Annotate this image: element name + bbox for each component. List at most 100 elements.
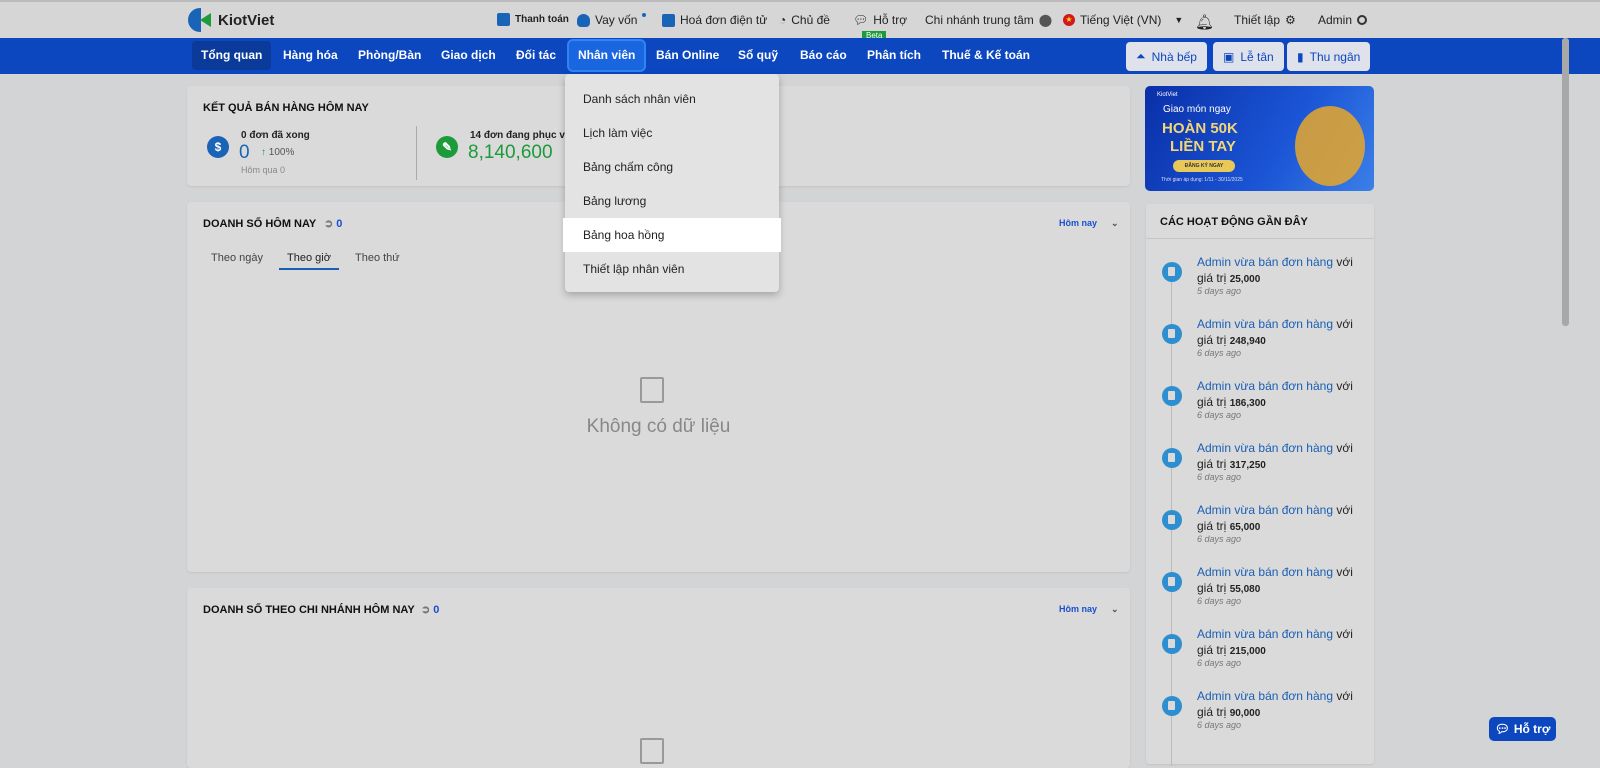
banner-brand: KiotViet — [1157, 92, 1178, 98]
help-button[interactable]: 💬︎ Hỗ trợ — [1489, 717, 1556, 741]
nav-ban-online[interactable]: Bán Online — [647, 41, 728, 70]
banner-cta[interactable]: ĐĂNG KÝ NGAY — [1173, 160, 1235, 172]
activity-time: 6 days ago — [1197, 720, 1242, 730]
banner-line3: LIỀN TAY — [1170, 138, 1236, 155]
activity-value: 90,000 — [1229, 708, 1261, 719]
value-label: giá trị — [1197, 705, 1227, 719]
activity-link[interactable]: Admin vừa bán đơn hàng — [1197, 565, 1333, 579]
file-icon: ▮ — [1297, 49, 1304, 64]
menu-bang-hoa-hong[interactable]: Bảng hoa hồng — [563, 218, 781, 252]
activity-link[interactable]: Admin vừa bán đơn hàng — [1197, 255, 1333, 269]
nha-bep-button[interactable]: ⏶ Nhà bếp — [1126, 42, 1207, 71]
le-tan-button[interactable]: ▣ Lễ tân — [1213, 42, 1284, 71]
nav-phan-tich[interactable]: Phân tích — [858, 41, 930, 70]
actor: Admin — [1197, 317, 1232, 331]
tab-theo-ngay[interactable]: Theo ngày — [211, 252, 263, 264]
with: với — [1336, 317, 1353, 331]
menu-bang-cham-cong[interactable]: Bảng chấm công — [565, 150, 779, 184]
period-select[interactable]: Hôm nay ⌄ — [1059, 218, 1119, 229]
activity-value: 186,300 — [1229, 398, 1266, 409]
nav-thue-ke-toan[interactable]: Thuế & Kế toán — [933, 41, 1039, 70]
caret-down-icon: ▼ — [1174, 15, 1184, 25]
activity-item: Admin vừa bán đơn hàng với giá trị 215,00… — [1146, 626, 1374, 688]
chevron-down-icon: ⌄ — [1111, 604, 1119, 614]
action: vừa bán đơn hàng — [1234, 503, 1334, 517]
activity-text: Admin vừa bán đơn hàng với giá trị 55,080 — [1197, 564, 1353, 598]
serving-value: 8,140,600 — [468, 142, 553, 163]
activity-item: Admin vừa bán đơn hàng với giá trị 186,30… — [1146, 378, 1374, 440]
vay-von-label: Vay vốn — [595, 13, 638, 27]
value-label: giá trị — [1197, 457, 1227, 471]
activity-value: 215,000 — [1229, 646, 1266, 657]
chu-de-link[interactable]: ◔ Chủ đề — [779, 13, 830, 27]
tab-theo-thu[interactable]: Theo thứ — [355, 252, 400, 264]
action: vừa bán đơn hàng — [1234, 627, 1334, 641]
nhan-vien-dropdown: Danh sách nhân viên Lịch làm việc Bảng c… — [563, 74, 781, 292]
vay-von-link[interactable]: Vay vốn — [577, 13, 647, 27]
branch-period-select[interactable]: Hôm nay ⌄ — [1059, 604, 1119, 615]
scrollbar[interactable] — [1562, 38, 1569, 326]
empty-inbox-icon — [640, 377, 664, 403]
logo-icon — [188, 8, 212, 32]
payment-icon — [497, 13, 510, 26]
menu-bang-luong[interactable]: Bảng lương — [565, 184, 779, 218]
ho-tro-link[interactable]: 💬︎ Hỗ trợ — [853, 13, 907, 27]
activity-item: Admin vừa bán đơn hàng với giá trị 248,94… — [1146, 316, 1374, 378]
value-label: giá trị — [1197, 643, 1227, 657]
chat-icon: 💬︎ — [853, 13, 869, 27]
tab-theo-gio[interactable]: Theo giờ — [279, 252, 339, 270]
with: với — [1336, 689, 1353, 703]
branch-selector[interactable]: Chi nhánh trung tâm ⬤ — [925, 13, 1052, 27]
chat-icon: 💬︎ — [1494, 722, 1510, 736]
nav-giao-dich[interactable]: Giao dịch — [432, 41, 505, 70]
menu-thiet-lap-nhan-vien[interactable]: Thiết lập nhân viên — [565, 252, 779, 286]
promo-banner[interactable]: KiotViet Giao món ngay HOÀN 50K LIỀN TAY… — [1145, 86, 1374, 191]
activity-value: 25,000 — [1229, 274, 1261, 285]
activity-time: 6 days ago — [1197, 534, 1242, 544]
thu-ngan-button[interactable]: ▮ Thu ngân — [1287, 42, 1371, 71]
menu-lich-lam-viec[interactable]: Lịch làm việc — [565, 116, 779, 150]
thu-ngan-label: Thu ngân — [1309, 49, 1361, 64]
nav-so-quy[interactable]: Sổ quỹ — [729, 41, 787, 70]
activity-link[interactable]: Admin vừa bán đơn hàng — [1197, 379, 1333, 393]
activity-time: 5 days ago — [1197, 286, 1242, 296]
nav-tong-quan[interactable]: Tổng quan — [192, 41, 272, 70]
activity-time: 6 days ago — [1197, 596, 1242, 606]
activity-link[interactable]: Admin vừa bán đơn hàng — [1197, 627, 1333, 641]
document-icon — [1162, 448, 1182, 468]
with: với — [1336, 379, 1353, 393]
sales-title: KẾT QUẢ BÁN HÀNG HÔM NAY — [203, 102, 369, 114]
action: vừa bán đơn hàng — [1234, 689, 1334, 703]
activity-text: Admin vừa bán đơn hàng với giá trị 186,30… — [1197, 378, 1353, 412]
activity-link[interactable]: Admin vừa bán đơn hàng — [1197, 317, 1333, 331]
branch-count: ➲ 0 — [421, 603, 439, 616]
admin-label: Admin — [1318, 13, 1353, 27]
settings-link[interactable]: Thiết lập ⚙ — [1234, 13, 1296, 27]
nav-nhan-vien[interactable]: Nhân viên — [569, 41, 645, 70]
activity-link[interactable]: Admin vừa bán đơn hàng — [1197, 441, 1333, 455]
settings-label: Thiết lập — [1234, 13, 1281, 27]
nav-hang-hoa[interactable]: Hàng hóa — [274, 41, 347, 70]
period-label: Hôm nay — [1059, 218, 1098, 228]
activity-card: CÁC HOẠT ĐỘNG GẦN ĐÂY Admin vừa bán đơn … — [1146, 204, 1374, 766]
nav-bao-cao[interactable]: Báo cáo — [791, 41, 856, 70]
nav-doi-tac[interactable]: Đối tác — [507, 41, 565, 70]
activity-link[interactable]: Admin vừa bán đơn hàng — [1197, 689, 1333, 703]
language-selector[interactable]: ★ Tiếng Việt (VN) ▼ — [1063, 13, 1183, 27]
thanh-toan-link[interactable]: Thanh toán — [497, 13, 569, 26]
branch-count-value: 0 — [433, 604, 440, 616]
activity-link[interactable]: Admin vừa bán đơn hàng — [1197, 503, 1333, 517]
action: vừa bán đơn hàng — [1234, 441, 1334, 455]
bell-icon[interactable]: 🔔︎ — [1195, 13, 1214, 31]
action: vừa bán đơn hàng — [1234, 379, 1334, 393]
document-icon — [1162, 262, 1182, 282]
pencil-icon: ✎ — [436, 136, 458, 158]
activity-text: Admin vừa bán đơn hàng với giá trị 248,94… — [1197, 316, 1353, 350]
activity-text: Admin vừa bán đơn hàng với giá trị 317,25… — [1197, 440, 1353, 474]
menu-danh-sach-nhan-vien[interactable]: Danh sách nhân viên — [565, 82, 779, 116]
hoa-don-link[interactable]: Hoá đơn điện tử — [662, 13, 767, 27]
admin-menu[interactable]: Admin — [1318, 13, 1368, 27]
nav-phong-ban[interactable]: Phòng/Bàn — [349, 41, 430, 70]
activity-time: 6 days ago — [1197, 348, 1242, 358]
kiotviet-logo[interactable]: KiotViet — [188, 8, 274, 32]
